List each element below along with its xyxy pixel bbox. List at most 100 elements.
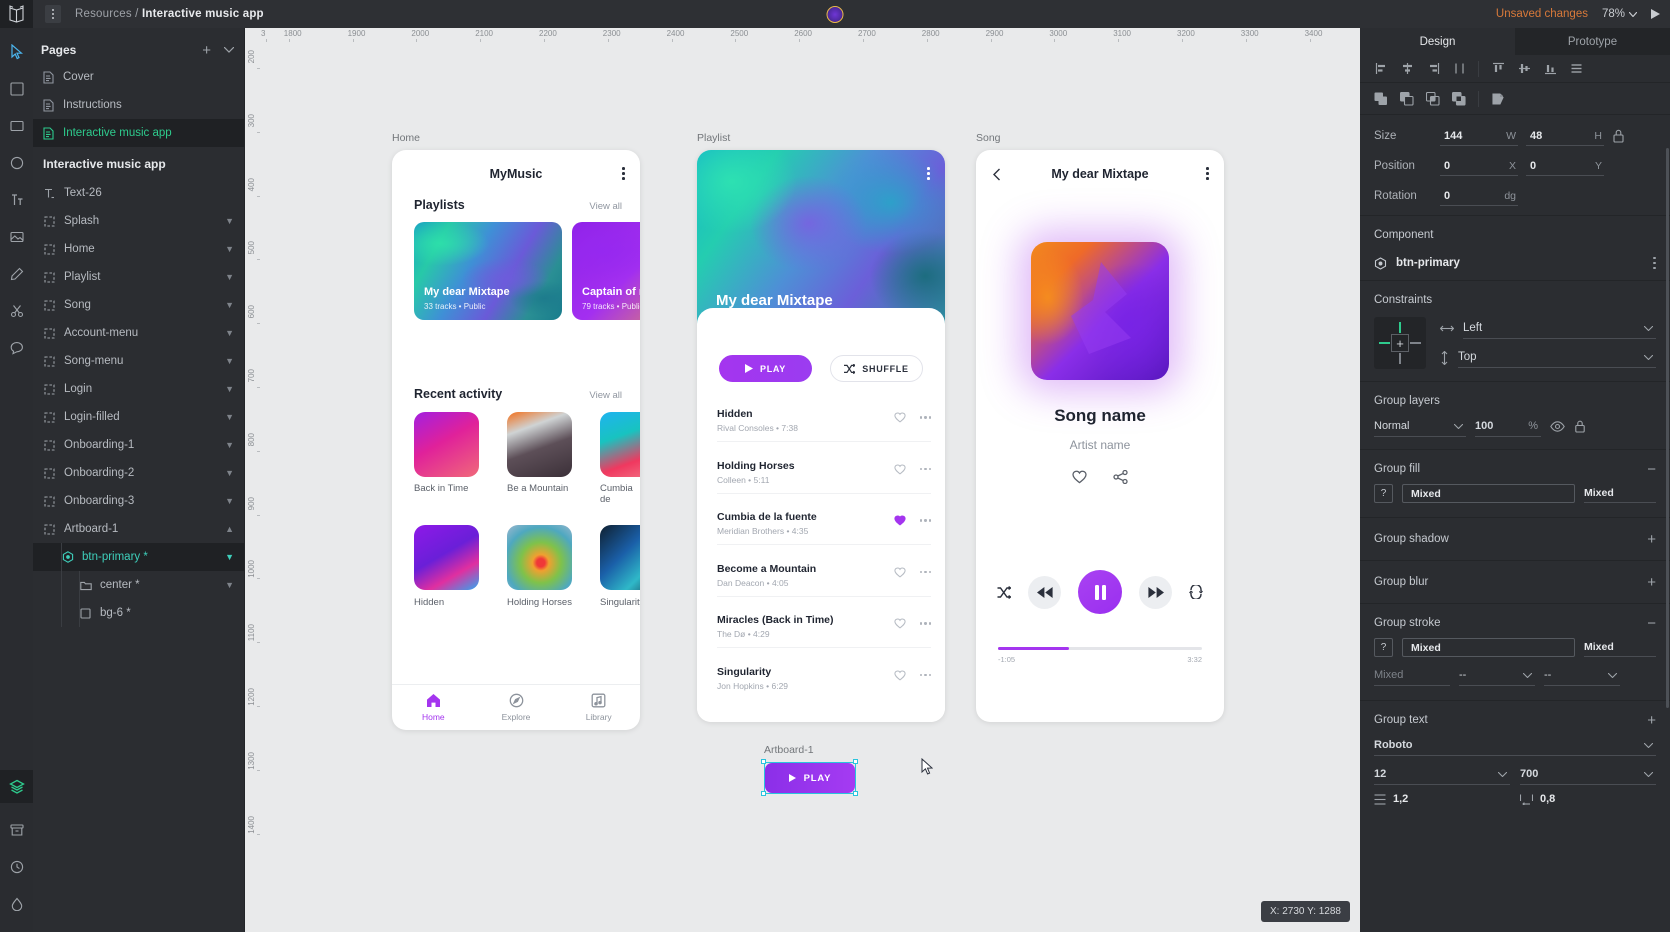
comment-tool-icon[interactable]	[7, 338, 27, 358]
shuffle-icon[interactable]	[997, 585, 1011, 599]
fast-forward-button[interactable]	[1139, 575, 1172, 609]
blend-mode-select[interactable]: Normal	[1374, 416, 1466, 437]
chevron-up-icon[interactable]: ▲	[225, 524, 234, 534]
selection-handle[interactable]	[761, 791, 766, 796]
text-tool-icon[interactable]	[7, 190, 27, 210]
align-top-icon[interactable]	[1485, 58, 1511, 80]
pause-button[interactable]	[1078, 570, 1122, 614]
layer-item-account-menu[interactable]: Account-menu ▼	[33, 319, 244, 347]
breadcrumb[interactable]: Resources / Interactive music app	[75, 8, 264, 20]
align-vertical-center-icon[interactable]	[1511, 58, 1537, 80]
height-input[interactable]: 48 H	[1526, 126, 1604, 146]
more-vertical-icon[interactable]	[1653, 256, 1656, 270]
tab-library[interactable]: Library	[557, 693, 640, 722]
group-fill-toggle[interactable]: −	[1647, 462, 1656, 477]
layer-item-onboarding-3[interactable]: Onboarding-3 ▼	[33, 487, 244, 515]
more-horizontal-icon[interactable]	[919, 416, 931, 419]
group-stroke-toggle[interactable]: −	[1647, 616, 1656, 631]
recent-tile[interactable]	[414, 525, 479, 590]
track-row[interactable]: Cumbia de la fuente Meridian Brothers • 4…	[717, 511, 931, 545]
playlists-view-all[interactable]: View all	[589, 201, 622, 212]
group-blur-toggle[interactable]: +	[1647, 575, 1656, 590]
avatar[interactable]	[826, 5, 844, 23]
assets-icon[interactable]	[7, 820, 27, 840]
recent-tile[interactable]	[414, 412, 479, 477]
fill-opacity[interactable]: Mixed	[1584, 484, 1656, 503]
chevron-down-icon[interactable]: ▼	[225, 580, 234, 590]
vertical-constraint-select[interactable]: Top	[1458, 348, 1656, 368]
recent-tile[interactable]	[600, 412, 640, 477]
share-icon[interactable]	[1113, 470, 1128, 484]
chevron-down-icon[interactable]: ▼	[225, 384, 234, 394]
track-row[interactable]: Singularity Jon Hopkins • 6:29	[717, 666, 931, 691]
more-vertical-icon[interactable]	[927, 167, 930, 180]
recent-tile[interactable]	[507, 525, 572, 590]
stroke-value[interactable]: Mixed	[1402, 638, 1575, 657]
repeat-icon[interactable]	[1189, 585, 1203, 599]
track-row[interactable]: Hidden Rival Consoles • 7:38	[717, 408, 931, 442]
chevron-down-icon[interactable]: ▼	[225, 440, 234, 450]
track-row[interactable]: Miracles (Back in Time) The Dø • 4:29	[717, 614, 931, 648]
align-right-icon[interactable]	[1420, 58, 1446, 80]
tab-design[interactable]: Design	[1360, 28, 1515, 55]
layer-item-playlist[interactable]: Playlist ▼	[33, 263, 244, 291]
page-item-instructions[interactable]: Instructions	[33, 91, 244, 119]
chevron-down-icon[interactable]: ▼	[225, 468, 234, 478]
selection-handle[interactable]	[853, 791, 858, 796]
align-left-icon[interactable]	[1368, 58, 1394, 80]
align-horizontal-center-icon[interactable]	[1394, 58, 1420, 80]
heart-icon[interactable]	[894, 515, 906, 526]
flatten-icon[interactable]	[1485, 88, 1511, 110]
chevron-left-icon[interactable]	[992, 168, 1002, 181]
layer-item-login[interactable]: Login ▼	[33, 375, 244, 403]
song-screen-frame[interactable]: My dear Mixtape Song name Artist name -1…	[976, 150, 1224, 722]
constraints-widget[interactable]: +	[1374, 317, 1426, 369]
chevron-down-icon[interactable]	[224, 47, 234, 53]
home-screen-frame[interactable]: MyMusic Playlists View all My dear Mixta…	[392, 150, 640, 730]
group-text-toggle[interactable]: +	[1647, 713, 1656, 728]
layer-item-login-filled[interactable]: Login-filled ▼	[33, 403, 244, 431]
cursor-tool-icon[interactable]	[7, 42, 27, 62]
plus-icon[interactable]: +	[202, 43, 211, 58]
chevron-down-icon[interactable]: ▼	[225, 300, 234, 310]
zoom-control[interactable]: 78%	[1602, 8, 1637, 20]
layer-item-artboard-1[interactable]: Artboard-1 ▲	[33, 515, 244, 543]
rectangle-tool-icon[interactable]	[7, 116, 27, 136]
stroke-width-select[interactable]: --	[1459, 665, 1535, 686]
chevron-down-icon[interactable]: ▼	[225, 552, 234, 562]
y-input[interactable]: 0 Y	[1526, 156, 1604, 176]
align-bottom-icon[interactable]	[1537, 58, 1563, 80]
heart-icon[interactable]	[894, 618, 906, 629]
page-item-interactive-music-app[interactable]: Interactive music app	[33, 119, 244, 147]
font-size-select[interactable]: 12	[1374, 764, 1510, 785]
horizontal-constraint-select[interactable]: Left	[1463, 319, 1656, 339]
playlist-card[interactable]: Captain of m 79 tracks • Public	[572, 222, 640, 320]
stroke-swatch[interactable]: ?	[1374, 638, 1393, 657]
frame-tool-icon[interactable]	[7, 79, 27, 99]
page-item-cover[interactable]: Cover	[33, 63, 244, 91]
layer-item-onboarding-1[interactable]: Onboarding-1 ▼	[33, 431, 244, 459]
fill-value[interactable]: Mixed	[1402, 484, 1575, 503]
ellipse-tool-icon[interactable]	[7, 153, 27, 173]
exclude-icon[interactable]	[1446, 88, 1472, 110]
width-input[interactable]: 144 W	[1440, 126, 1518, 146]
selection-handle[interactable]	[761, 759, 766, 764]
track-row[interactable]: Become a Mountain Dan Deacon • 4:05	[717, 563, 931, 597]
more-horizontal-icon[interactable]	[919, 570, 931, 574]
chevron-down-icon[interactable]: ▼	[225, 328, 234, 338]
group-shadow-toggle[interactable]: +	[1647, 532, 1656, 547]
heart-icon[interactable]	[894, 412, 906, 423]
more-vertical-icon[interactable]	[622, 167, 625, 180]
chevron-down-icon[interactable]: ▼	[225, 356, 234, 366]
more-horizontal-icon[interactable]	[919, 622, 931, 625]
x-input[interactable]: 0 X	[1440, 156, 1518, 176]
panel-scrollbar[interactable]	[1666, 148, 1669, 708]
slice-tool-icon[interactable]	[7, 301, 27, 321]
layer-item-center[interactable]: center * ▼	[33, 571, 244, 599]
layer-item-home[interactable]: Home ▼	[33, 235, 244, 263]
chevron-down-icon[interactable]: ▼	[225, 216, 234, 226]
more-vertical-icon[interactable]	[1206, 167, 1209, 180]
chevron-down-icon[interactable]: ▼	[225, 244, 234, 254]
component-row[interactable]: btn-primary	[1360, 250, 1670, 276]
tab-home[interactable]: Home	[392, 693, 475, 722]
